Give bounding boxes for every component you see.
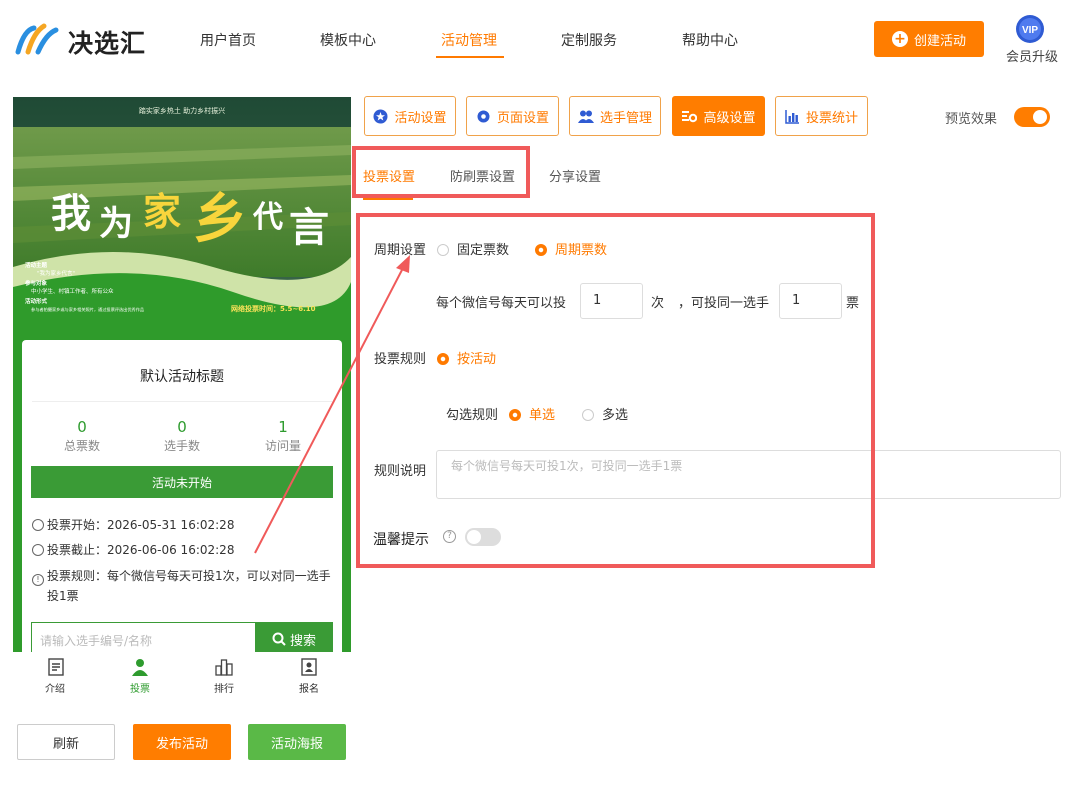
poster-theme-heading: 活动主题: [25, 261, 48, 269]
poster-join-text: 中小学生、村镇工作者、所有公众: [31, 287, 114, 295]
star-icon: [373, 109, 388, 123]
settings-list-icon: [682, 110, 698, 122]
poster-image: 踏实家乡热土 助力乡村振兴 我 为 家 乡 代 言 活动主题 "我为家乡代言" …: [13, 97, 351, 325]
activity-settings-button[interactable]: 活动设置: [364, 96, 456, 136]
plus-icon: +: [891, 31, 908, 47]
poster-title-char: 家: [143, 189, 181, 234]
activity-settings-label: 活动设置: [394, 110, 447, 126]
advanced-settings-label: 高级设置: [703, 110, 756, 126]
divider: [32, 401, 332, 402]
tab-share-settings[interactable]: 分享设置: [549, 166, 601, 185]
advanced-settings-button[interactable]: 高级设置: [672, 96, 765, 136]
bar-chart-icon: [785, 109, 799, 124]
stat-players-label: 选手数: [163, 439, 200, 453]
vote-start-text: 投票开始：2026-05-31 16:02:28: [47, 518, 235, 532]
stat-total-votes-label: 总票数: [63, 439, 100, 453]
publish-activity-button[interactable]: 发布活动: [133, 724, 231, 760]
activity-poster-button[interactable]: 活动海报: [248, 724, 346, 760]
nav-templates[interactable]: 模板中心: [320, 30, 376, 50]
activity-card: [22, 340, 342, 660]
poster-title-char: 乡: [193, 186, 247, 250]
poster-slogan: 踏实家乡热土 助力乡村振兴: [139, 106, 225, 115]
nav-help[interactable]: 帮助中心: [682, 30, 738, 50]
intro-icon: [48, 658, 64, 676]
vip-badge-text: VIP: [1022, 25, 1038, 36]
vip-upgrade-link[interactable]: 会员升级: [1006, 46, 1058, 65]
player-management-button[interactable]: 选手管理: [569, 96, 661, 136]
signup-icon: [301, 658, 317, 676]
poster-form-heading: 活动形式: [25, 297, 48, 305]
tab-ranking[interactable]: 排行: [204, 680, 244, 695]
clock-icon: [32, 544, 44, 556]
poster-join-heading: 参与对象: [25, 279, 48, 287]
subtab-active-underline: [363, 198, 413, 200]
player-search-input[interactable]: 请输入选手编号/名称: [31, 622, 255, 656]
gear-icon: [477, 110, 490, 122]
vote-rule-text: 投票规则：每个微信号每天可投1次，可以对同一选手投1票: [47, 569, 331, 603]
tab-signup[interactable]: 报名: [289, 680, 329, 695]
users-icon: [577, 110, 594, 123]
stat-total-votes: 0: [77, 418, 87, 436]
create-activity-button[interactable]: + 创建活动: [874, 21, 984, 57]
activity-status-button[interactable]: 活动未开始: [31, 466, 333, 498]
stat-visits-label: 访问量: [264, 439, 301, 453]
poster-form-text: 参与者拍摄家乡或与家乡相关照片，通过投票评选出优秀作品: [31, 306, 144, 313]
poster-title-char: 代: [252, 200, 283, 235]
poster-vote-time: 网络投票时间：5.5~6.10: [231, 304, 316, 313]
refresh-button[interactable]: 刷新: [17, 724, 115, 760]
vote-rule-line: ! 投票规则：每个微信号每天可投1次，可以对同一选手投1票: [32, 566, 332, 606]
preview-label: 预览效果: [945, 112, 998, 127]
nav-custom-service[interactable]: 定制服务: [561, 30, 617, 50]
stat-visits: 1: [278, 418, 288, 436]
tab-vote[interactable]: 投票: [120, 680, 160, 695]
poster-title-char: 言: [289, 204, 329, 251]
vote-start-line: 投票开始：2026-05-31 16:02:28: [32, 516, 234, 533]
nav-home[interactable]: 用户首页: [200, 30, 256, 50]
vote-end-text: 投票截止：2026-06-06 16:02:28: [47, 543, 235, 557]
info-icon: !: [32, 574, 44, 586]
search-button-label: 搜索: [289, 633, 316, 649]
nav-activity-management[interactable]: 活动管理: [441, 30, 497, 50]
poster-title-char: 我: [51, 190, 91, 237]
page-settings-label: 页面设置: [496, 110, 549, 126]
vote-stats-button[interactable]: 投票统计: [775, 96, 868, 136]
vote-end-line: 投票截止：2026-06-06 16:02:28: [32, 541, 234, 558]
create-activity-label: 创建活动: [913, 33, 966, 49]
logo-icon: [15, 23, 59, 55]
ranking-icon: [215, 659, 233, 676]
highlight-box-form: [356, 213, 875, 568]
nav-active-underline: [436, 56, 504, 58]
activity-title: 默认活动标题: [140, 369, 224, 385]
poster-title-char: 为: [99, 204, 133, 244]
logo-text: 决选汇: [68, 29, 147, 58]
search-button[interactable]: 搜索: [255, 622, 333, 656]
highlight-box-tabs: [352, 146, 530, 198]
vip-icon[interactable]: VIP: [1015, 14, 1045, 44]
preview-toggle[interactable]: [1014, 107, 1050, 127]
poster-theme-text: "我为家乡代言": [37, 269, 75, 277]
player-management-label: 选手管理: [599, 110, 652, 126]
page-settings-button[interactable]: 页面设置: [466, 96, 559, 136]
clock-icon: [32, 519, 44, 531]
stat-players: 0: [177, 418, 187, 436]
search-icon: [272, 632, 286, 646]
tab-intro[interactable]: 介绍: [35, 680, 75, 695]
person-icon: [132, 659, 148, 676]
vote-stats-label: 投票统计: [805, 110, 858, 126]
